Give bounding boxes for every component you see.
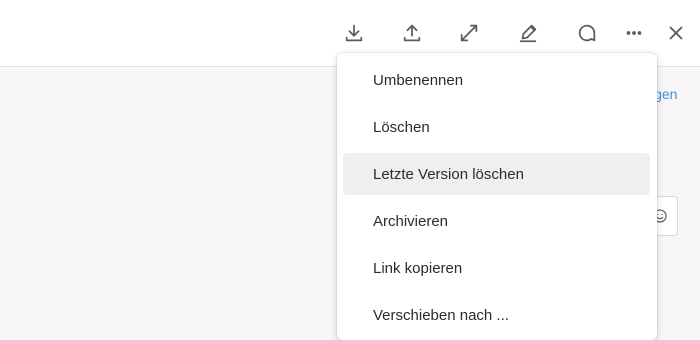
menu-item-delete-last-version[interactable]: Letzte Version löschen bbox=[343, 153, 650, 195]
background-link-text[interactable]: igen bbox=[651, 86, 700, 102]
menu-item-label: Archivieren bbox=[373, 212, 449, 230]
menu-item-archive[interactable]: Archivieren bbox=[343, 200, 650, 242]
more-icon[interactable] bbox=[621, 20, 647, 46]
upload-icon[interactable] bbox=[399, 20, 425, 46]
edit-icon[interactable] bbox=[515, 20, 541, 46]
close-icon[interactable] bbox=[663, 20, 689, 46]
menu-item-label: Letzte Version löschen bbox=[373, 165, 524, 183]
menu-item-rename[interactable]: Umbenennen bbox=[343, 59, 650, 101]
comment-icon[interactable] bbox=[574, 20, 600, 46]
menu-item-copy-link[interactable]: Link kopieren bbox=[343, 247, 650, 289]
menu-item-move-to[interactable]: Verschieben nach ... bbox=[343, 294, 650, 336]
menu-item-label: Löschen bbox=[373, 118, 430, 136]
expand-icon[interactable] bbox=[456, 20, 482, 46]
menu-item-label: Verschieben nach ... bbox=[373, 306, 509, 324]
app-viewport: igen Umbenennen Löschen Letzte Version l… bbox=[0, 0, 700, 340]
menu-item-label: Link kopieren bbox=[373, 259, 463, 277]
menu-item-delete[interactable]: Löschen bbox=[343, 106, 650, 148]
download-icon[interactable] bbox=[341, 20, 367, 46]
context-menu: Umbenennen Löschen Letzte Version lösche… bbox=[337, 53, 657, 340]
menu-item-label: Umbenennen bbox=[373, 71, 464, 89]
